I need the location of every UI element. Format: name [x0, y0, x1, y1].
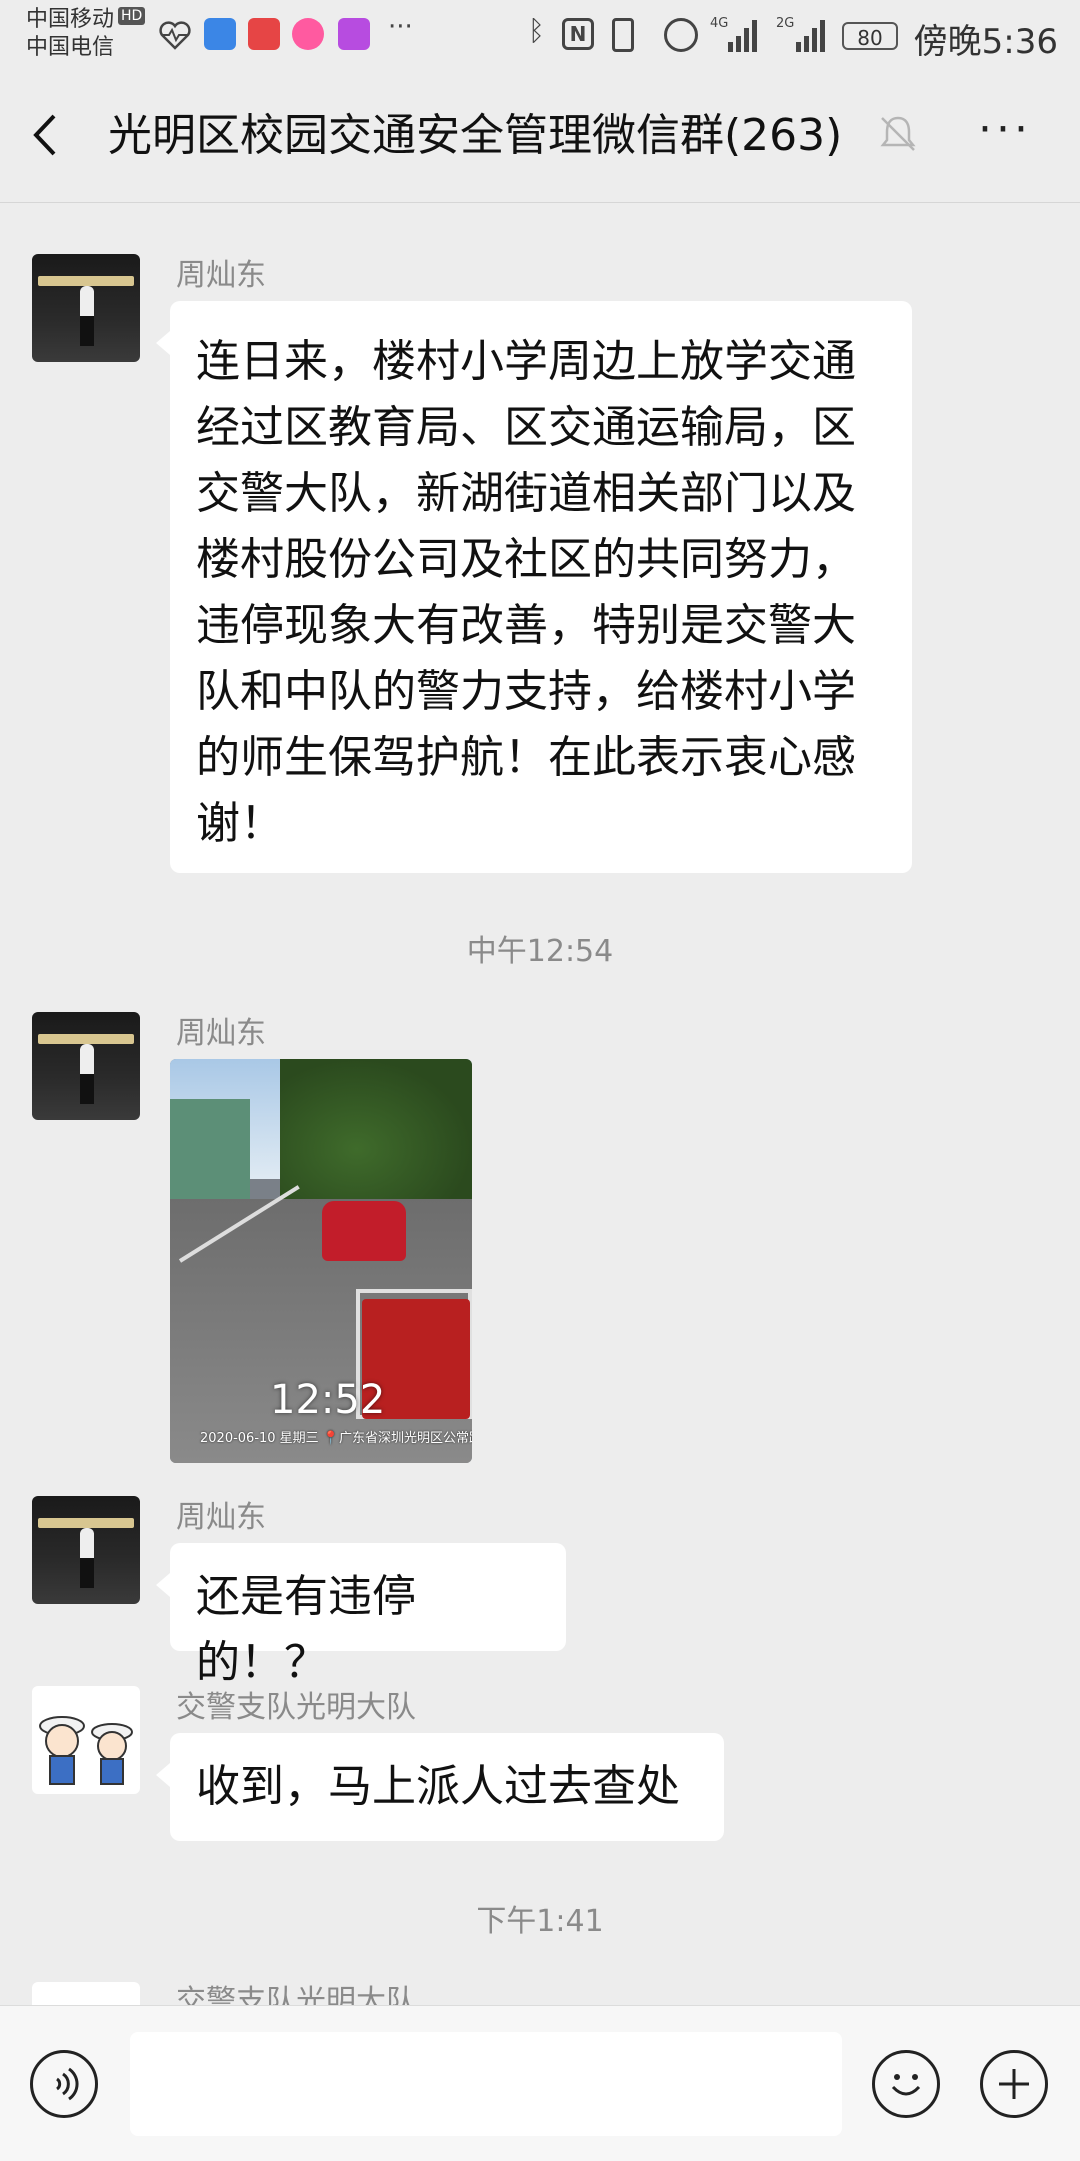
- message-text: 收到，马上派人过去查处: [196, 1761, 680, 1812]
- sender-name: 周灿东: [176, 1016, 266, 1051]
- nfc-icon: N: [562, 18, 594, 50]
- message-line: 的师生保驾护航！在此表示衷心感: [196, 732, 856, 783]
- message-input[interactable]: [130, 2032, 842, 2136]
- message-bubble[interactable]: 还是有违停的！？: [156, 1543, 566, 1688]
- message-line: 楼村股份公司及社区的共同努力，: [196, 534, 856, 585]
- muted-bell-icon: [880, 116, 916, 151]
- signal-4g-icon: [722, 20, 762, 52]
- overflow-icon: ···: [388, 12, 413, 42]
- sender-name: 交警支队光明大队: [176, 1984, 416, 2005]
- police-cartoon-icon: [39, 1716, 133, 1785]
- message-line: 经过区教育局、区交通运输局，区: [196, 402, 856, 453]
- chat-header: 光明区校园交通安全管理微信群(263) ···: [0, 72, 1080, 203]
- video-app-icon: [338, 18, 370, 50]
- video-watermark: 2020-06-10 星期三 📍广东省深圳光明区公常路: [200, 1431, 472, 1446]
- avatar[interactable]: [32, 1012, 140, 1120]
- message-line: 连日来，楼村小学周边上放学交通: [196, 336, 856, 387]
- sender-name: 交警支队光明大队: [176, 1690, 416, 1725]
- photo-car: [322, 1201, 406, 1261]
- carrier-1: 中国移动: [26, 7, 115, 32]
- input-bar: [0, 2005, 1080, 2161]
- avatar[interactable]: [32, 1686, 140, 1794]
- message-line: 交警大队，新湖街道相关部门以及: [196, 468, 856, 519]
- voice-button[interactable]: [30, 2050, 98, 2118]
- chat-title: 光明区校园交通安全管理微信群(263): [108, 110, 843, 161]
- status-bar: 中国移动 HD 中国电信 ··· ᛒ N 4G 2G 80 傍晚5:36: [0, 0, 1080, 72]
- battery-icon: 80: [842, 22, 898, 50]
- message-line: 队和中队的警力支持，给楼村小学: [196, 666, 856, 717]
- sender-name: 周灿东: [176, 1500, 266, 1535]
- emoji-button[interactable]: [872, 2050, 940, 2118]
- photo-trees: [280, 1059, 472, 1209]
- bluetooth-icon: ᛒ: [528, 14, 545, 47]
- video-duration: 12:52: [270, 1377, 386, 1423]
- avatar[interactable]: [32, 254, 140, 362]
- message-text: 还是有违停的！？: [196, 1571, 416, 1688]
- shield-app-icon: [204, 18, 236, 50]
- plus-icon: [999, 2069, 1029, 2099]
- health-icon: [159, 21, 191, 50]
- back-button[interactable]: [30, 110, 60, 168]
- avatar[interactable]: [32, 1982, 140, 2005]
- sender-name: 周灿东: [176, 258, 266, 293]
- time-separator: 中午12:54: [466, 934, 614, 969]
- time-separator: 下午1:41: [476, 1904, 604, 1939]
- message-bubble[interactable]: 收到，马上派人过去查处: [156, 1733, 724, 1841]
- avatar[interactable]: [32, 1496, 140, 1604]
- hd-badge: HD: [118, 7, 146, 25]
- stock-app-icon: [248, 18, 280, 50]
- carrier-info: 中国移动 HD 中国电信: [26, 6, 146, 62]
- vibrate-icon: [612, 18, 634, 52]
- clock: 傍晚5:36: [913, 22, 1058, 62]
- signal-2g-icon: [790, 20, 830, 52]
- chevron-left-icon: [33, 114, 56, 156]
- smiley-icon: [891, 2074, 921, 2096]
- message-bubble[interactable]: 连日来，楼村小学周边上放学交通 经过区教育局、区交通运输局，区 交警大队，新湖街…: [156, 301, 912, 873]
- voice-icon: [55, 2067, 79, 2101]
- photo-building: [170, 1099, 250, 1209]
- alarm-icon: [664, 18, 698, 52]
- more-options-button[interactable]: ···: [978, 108, 1032, 152]
- message-line: 谢！: [196, 798, 284, 849]
- carrier-2: 中国电信: [26, 35, 115, 60]
- chat-app-icon: [292, 18, 324, 50]
- add-button[interactable]: [980, 2050, 1048, 2118]
- message-line: 违停现象大有改善，特别是交警大: [196, 600, 856, 651]
- video-message[interactable]: 12:52 2020-06-10 星期三 📍广东省深圳光明区公常路: [170, 1059, 472, 1463]
